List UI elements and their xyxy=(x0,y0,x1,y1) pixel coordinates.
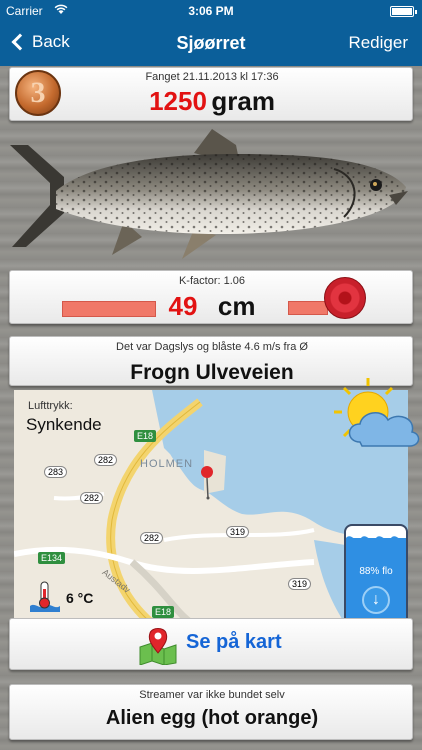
road-shield: 282 xyxy=(80,492,104,504)
rank-number: 3 xyxy=(30,76,46,109)
battery-icon xyxy=(390,6,417,17)
length-value: 49 xyxy=(168,291,198,321)
arrow-down-icon: ↓ xyxy=(362,586,390,614)
road-shield: E18 xyxy=(152,606,175,618)
caught-date: Fanget 21.11.2013 kl 17:36 xyxy=(145,71,279,83)
length-display: 49 cm xyxy=(10,291,414,322)
road-shield: 319 xyxy=(226,526,250,538)
partly-cloudy-icon xyxy=(334,378,420,447)
trout-image xyxy=(10,129,408,259)
length-panel: K-factor: 1.06 49 cm xyxy=(9,270,413,324)
edit-button[interactable]: Rediger xyxy=(348,33,408,53)
tide-level-fill xyxy=(346,538,406,628)
lure-name: Alien egg (hot orange) xyxy=(105,707,319,729)
map-pin-icon xyxy=(139,628,177,665)
weight-panel: Fanget 21.11.2013 kl 17:36 1250 gram xyxy=(9,67,413,121)
road-shield: 319 xyxy=(288,578,312,590)
weight-display: 1250 gram xyxy=(10,86,414,117)
navigation-bar: Back Sjøørret Rediger xyxy=(0,22,422,66)
length-unit: cm xyxy=(217,291,256,321)
thermometer-icon xyxy=(30,581,60,612)
lure-panel: Streamer var ikke bundet selv Alien egg … xyxy=(9,684,413,740)
lure-note: Streamer var ikke bundet selv xyxy=(139,689,285,701)
temperature-value: 6 °C xyxy=(66,590,94,606)
weight-value: 1250 xyxy=(149,86,207,116)
show-on-map-button[interactable]: Se på kart xyxy=(9,618,413,670)
road-shield: 282 xyxy=(94,454,118,466)
weight-unit: gram xyxy=(211,86,275,116)
road-shield: E134 xyxy=(38,552,66,564)
rank-medal-icon: 3 xyxy=(15,70,61,116)
status-bar: Carrier 3:06 PM xyxy=(0,0,422,22)
road-shield: 282 xyxy=(140,532,164,544)
weather-description: Det var Dagslys og blåste 4.6 m/s fra Ø xyxy=(116,341,308,353)
lufttrykk-label: Lufttrykk: xyxy=(28,400,73,412)
road-shield: E18 xyxy=(134,430,157,442)
lufttrykk-value: Synkende xyxy=(26,415,102,434)
status-time: 3:06 PM xyxy=(188,4,234,18)
area-label: HOLMEN xyxy=(140,458,194,470)
road-shield: 283 xyxy=(44,466,68,478)
show-on-map-label: Se på kart xyxy=(186,631,282,653)
tide-percent: 88% flo xyxy=(359,566,393,577)
tide-indicator[interactable]: 88% flo ↓ xyxy=(344,524,408,630)
